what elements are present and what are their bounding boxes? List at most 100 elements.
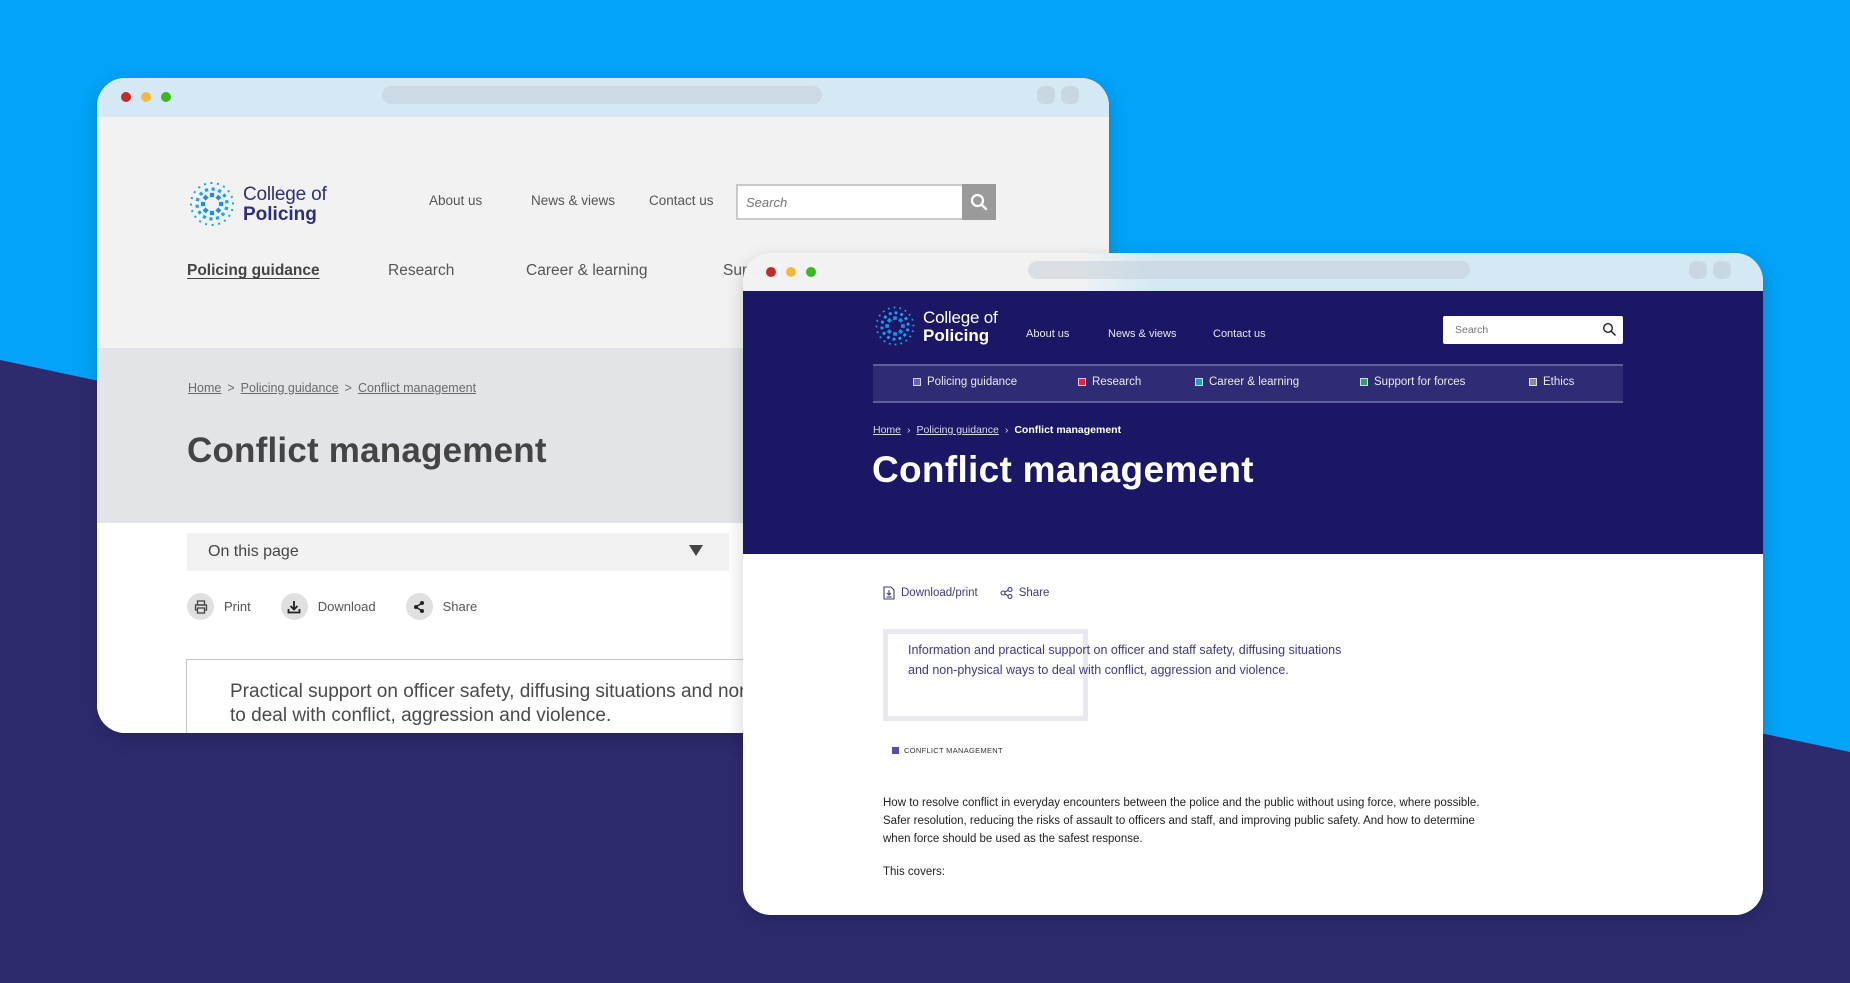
browser-button[interactable] — [1689, 261, 1707, 279]
logo-dot — [211, 187, 215, 191]
nav-about-us[interactable]: About us — [429, 193, 482, 208]
nav-contact-us[interactable]: Contact us — [1213, 328, 1266, 340]
address-bar[interactable] — [382, 86, 822, 104]
logo-dot — [220, 211, 226, 217]
search-button[interactable] — [1602, 322, 1617, 342]
nav-news-views[interactable]: News & views — [531, 193, 615, 208]
logo-dot — [231, 202, 235, 205]
share-icon — [405, 593, 433, 620]
share-button[interactable]: Share — [405, 593, 477, 620]
category-color-square-icon — [1360, 378, 1368, 386]
search-button[interactable] — [962, 184, 996, 220]
logo-dot — [197, 210, 202, 215]
logo-text-line1: College of — [243, 183, 327, 205]
breadcrumb-separator: › — [1004, 424, 1009, 436]
logo-dot — [880, 326, 884, 330]
logo-dot — [879, 336, 882, 339]
nav-label: Ethics — [1543, 376, 1575, 388]
logo-dot — [894, 311, 898, 315]
logo-dot — [905, 339, 908, 342]
logo-dot — [209, 217, 213, 221]
address-bar[interactable] — [1028, 261, 1470, 279]
main-nav-research[interactable]: Research — [388, 262, 454, 280]
main-nav-career-learning[interactable]: Career & learning — [1195, 376, 1299, 388]
dropdown-label: On this page — [208, 543, 299, 560]
search-input[interactable] — [738, 186, 958, 218]
college-of-policing-logo[interactable]: College of Policing — [187, 179, 327, 229]
printer-icon — [187, 593, 214, 620]
print-button[interactable]: Print — [187, 593, 251, 620]
logo-dot — [203, 182, 207, 186]
browser-button[interactable] — [1713, 261, 1731, 279]
page-title: Conflict management — [187, 431, 547, 470]
logo-dot — [227, 189, 231, 193]
download-button[interactable]: Download — [280, 593, 376, 620]
breadcrumb-home[interactable]: Home — [873, 424, 901, 436]
nav-label: Policing guidance — [927, 376, 1018, 388]
tag-label: CONFLICT MANAGEMENT — [904, 746, 1003, 755]
main-nav-career-learning[interactable]: Career & learning — [526, 262, 647, 280]
logo-dot — [230, 195, 234, 199]
browser-button[interactable] — [1061, 86, 1079, 104]
nav-about-us[interactable]: About us — [1026, 328, 1069, 340]
print-label: Print — [224, 599, 251, 614]
main-nav-policing-guidance[interactable]: Policing guidance — [187, 262, 320, 280]
college-of-policing-logo[interactable]: College of Policing — [873, 304, 998, 348]
logo-dot — [876, 331, 879, 334]
page-actions: Print Download Share — [187, 593, 507, 620]
logo-dot — [888, 342, 891, 345]
logo-dot — [209, 210, 215, 216]
logo-dot — [903, 316, 908, 321]
caret-down-icon — [689, 545, 703, 556]
logo-dot — [222, 185, 226, 189]
logo-dot — [197, 185, 201, 189]
logo-dot — [190, 196, 194, 200]
logo-dot — [215, 215, 220, 221]
logo-dot — [193, 215, 197, 219]
breadcrumb-home[interactable]: Home — [188, 381, 221, 395]
nav-news-views[interactable]: News & views — [1108, 328, 1176, 340]
main-nav-ethics[interactable]: Ethics — [1529, 376, 1574, 388]
logo-dot — [193, 190, 197, 194]
search-input[interactable] — [1443, 316, 1593, 344]
maximize-window-dot[interactable] — [161, 92, 171, 102]
breadcrumb-policing-guidance[interactable]: Policing guidance — [917, 424, 999, 436]
maximize-window-dot[interactable] — [806, 267, 816, 277]
close-window-dot[interactable] — [766, 267, 776, 277]
logo-dot — [905, 328, 910, 332]
main-nav-policing-guidance[interactable]: Policing guidance — [913, 376, 1017, 388]
logo-dot — [911, 318, 914, 321]
on-this-page-dropdown[interactable]: On this page — [187, 533, 729, 571]
page-content: Download/print Share Information and pra… — [743, 554, 1763, 915]
main-nav-research[interactable]: Research — [1078, 376, 1141, 388]
logo-dot — [893, 332, 897, 336]
breadcrumb-separator: > — [344, 381, 352, 395]
nav-contact-us[interactable]: Contact us — [649, 193, 714, 208]
main-nav-support-for-forces[interactable]: Support for forces — [1360, 376, 1465, 388]
logo-dot — [912, 324, 915, 327]
breadcrumb-separator: › — [907, 424, 911, 436]
logo-text-line2: Policing — [923, 325, 990, 345]
logo-dot — [893, 316, 897, 320]
logo-dot — [225, 199, 229, 204]
logo-dot — [894, 343, 897, 346]
minimize-window-dot[interactable] — [141, 92, 151, 102]
logo-dot — [886, 317, 893, 324]
site-header-hero: College of Policing About us News & view… — [743, 291, 1763, 554]
logo-dot — [887, 307, 890, 310]
nav-label: Career & learning — [1209, 376, 1300, 388]
logo-dot — [223, 219, 227, 223]
topic-tag[interactable]: CONFLICT MANAGEMENT — [892, 746, 1003, 755]
browser-button[interactable] — [1037, 86, 1055, 104]
logo-dot — [217, 188, 222, 194]
covers-label: This covers: — [883, 866, 945, 878]
summary-text-line2: to deal with conflict, aggression and vi… — [230, 705, 612, 726]
close-window-dot[interactable] — [121, 92, 131, 102]
share-button[interactable]: Share — [1000, 587, 1049, 599]
breadcrumb-policing-guidance[interactable]: Policing guidance — [241, 381, 339, 395]
breadcrumb-current[interactable]: Conflict management — [358, 381, 476, 395]
download-print-button[interactable]: Download/print — [883, 586, 978, 600]
search-box — [736, 184, 996, 220]
logo-dot — [897, 328, 904, 335]
minimize-window-dot[interactable] — [786, 267, 796, 277]
